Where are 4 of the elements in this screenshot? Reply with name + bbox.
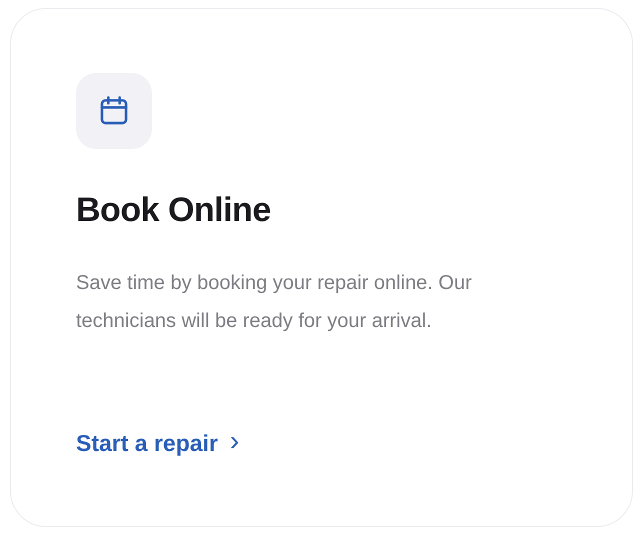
- start-repair-link[interactable]: Start a repair ›: [76, 428, 240, 457]
- chevron-icon: ›: [230, 426, 240, 455]
- card-title: Book Online: [76, 190, 271, 231]
- card-description: Save time by booking your repair online. Our technicians will be ready for your arrival.: [76, 270, 473, 334]
